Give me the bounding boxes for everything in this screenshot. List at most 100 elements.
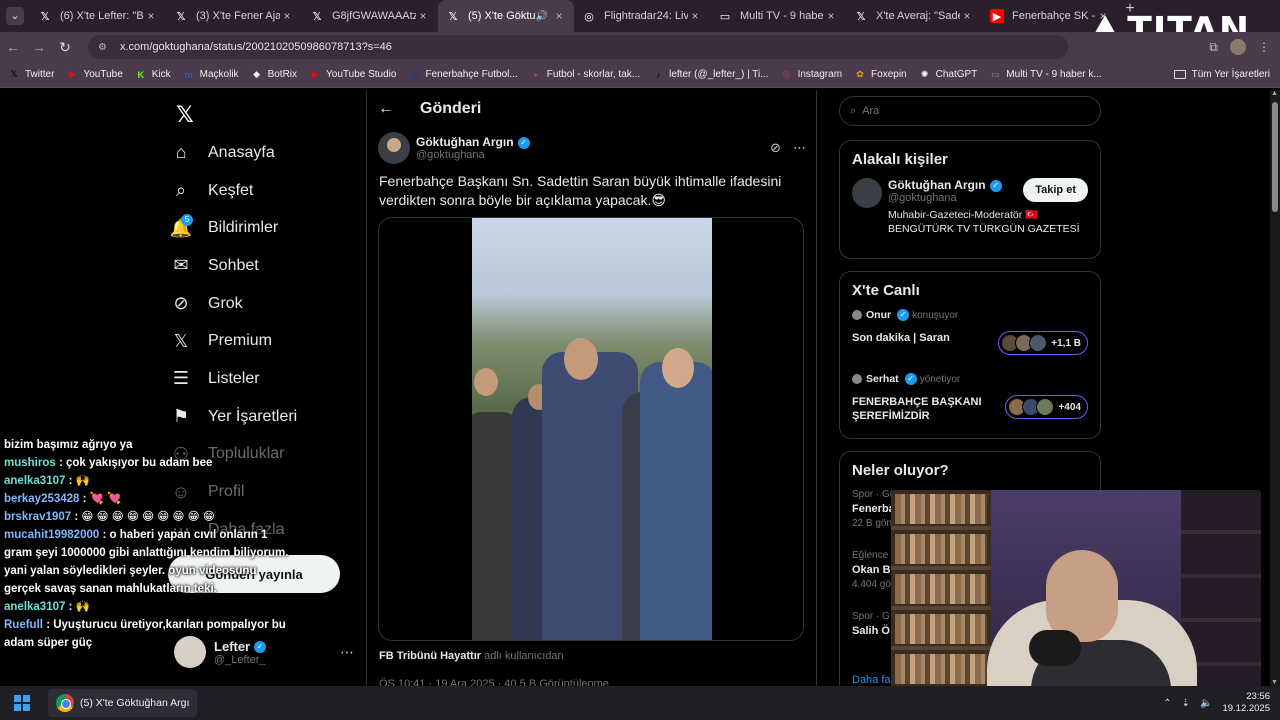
- chevron-up-icon[interactable]: ⌃: [1163, 698, 1171, 709]
- nav-item-bell[interactable]: 🔔 5 Bildirimler: [168, 209, 297, 247]
- more-icon[interactable]: ⋯: [793, 140, 806, 156]
- address-toolbar: ← → ↻ ⚙ x.com/goktughana/status/20021020…: [0, 32, 1280, 62]
- all-bookmarks-button[interactable]: Tüm Yer İşaretleri: [1173, 69, 1270, 80]
- network-icon[interactable]: ⇣: [1182, 698, 1190, 709]
- author-handle[interactable]: @goktughana: [416, 149, 530, 161]
- forward-button[interactable]: →: [26, 39, 52, 55]
- browser-tab[interactable]: 𝕏 (3) X'te Fener Ajans×: [166, 0, 302, 32]
- nav-label: Sohbet: [208, 256, 259, 274]
- close-icon[interactable]: ×: [960, 9, 974, 23]
- back-arrow-icon[interactable]: ←: [378, 100, 394, 118]
- video-frame[interactable]: [472, 218, 712, 640]
- profile-avatar[interactable]: [1230, 39, 1246, 55]
- bookmark-item[interactable]: ▶ YouTube: [66, 69, 123, 81]
- credit-source[interactable]: FB Tribünü Hayattır: [379, 650, 481, 662]
- post-author: Göktuğhan Argın ✓ @goktughana ⊘ ⋯: [378, 130, 806, 166]
- close-icon[interactable]: ×: [416, 9, 430, 23]
- more-icon[interactable]: ⋯: [340, 644, 354, 661]
- bookmark-label: Instagram: [797, 69, 843, 80]
- author-name[interactable]: Göktuğhan Argın: [416, 135, 514, 149]
- listener-count: +1,1 B: [1051, 337, 1081, 349]
- browser-tab[interactable]: 𝕏 (5) X'te Göktuğh🔊 ×: [438, 0, 574, 32]
- tab-label: X'te Averaj: "Sadetti: [876, 10, 960, 22]
- clock[interactable]: 23:56 19.12.2025: [1222, 691, 1270, 715]
- bookmark-item[interactable]: ✿ Foxepin: [854, 69, 906, 81]
- windows-start-icon[interactable]: [14, 695, 30, 711]
- avatar[interactable]: [378, 132, 410, 164]
- nav-item-home[interactable]: ⌂ Anasayfa: [168, 134, 297, 172]
- browser-menu-icon[interactable]: ⋮: [1258, 40, 1270, 54]
- grok-icon[interactable]: ⊘: [770, 140, 781, 156]
- search-input[interactable]: ⌕ Ara: [839, 96, 1101, 126]
- listener-count: +404: [1058, 401, 1081, 413]
- extensions-icon[interactable]: ⧉: [1209, 40, 1218, 55]
- bookmark-item[interactable]: ▶ YouTube Studio: [309, 69, 397, 81]
- bookmark-label: Fenerbahçe Futbol...: [425, 69, 518, 80]
- bookmark-item[interactable]: ◆ BotRix: [251, 69, 297, 81]
- related-name[interactable]: Göktuğhan Argın: [888, 178, 986, 192]
- address-bar[interactable]: ⚙ x.com/goktughana/status/20021020509860…: [88, 35, 1068, 59]
- listeners-pill[interactable]: +404: [1005, 395, 1088, 419]
- nav-item-bookmark[interactable]: ⚑ Yer İşaretleri: [168, 398, 297, 436]
- nav-item-mail[interactable]: ✉ Sohbet: [168, 247, 297, 285]
- scroll-up-icon[interactable]: ▲: [1271, 90, 1278, 97]
- volume-icon[interactable]: 🔈: [1200, 698, 1212, 709]
- bookmark-item[interactable]: ◎ Instagram: [781, 69, 842, 81]
- post-video[interactable]: [378, 217, 804, 641]
- speaker-icon[interactable]: 🔊: [536, 11, 548, 22]
- nav-item-list[interactable]: ☰ Listeler: [168, 360, 297, 398]
- tab-search-button[interactable]: ⌄: [0, 0, 30, 32]
- chat-message: anelka3107 : 🙌: [0, 598, 290, 616]
- kick-icon: K: [137, 69, 145, 80]
- bookmark-item[interactable]: ✺ ChatGPT: [919, 69, 977, 81]
- bookmark-label: Multi TV - 9 haber k...: [1006, 69, 1102, 80]
- close-icon[interactable]: ×: [144, 9, 158, 23]
- avatar[interactable]: [852, 178, 882, 208]
- nav-item-search[interactable]: ⌕ Keşfet: [168, 172, 297, 210]
- live-space[interactable]: Serhat ✓ yönetiyor FENERBAHÇE BAŞKANI ŞEREF…: [840, 373, 1100, 437]
- bookmark-label: Maçkolik: [199, 69, 239, 80]
- taskbar: (5) X'te Göktuğhan Argı ⌃ ⇣ 🔈 23:56 19.1…: [0, 686, 1280, 720]
- live-space[interactable]: Onur ✓ konuşuyor Son dakika | Saran +1,1 B: [840, 309, 1100, 373]
- post-header: ← Gönderi: [378, 100, 481, 118]
- bookmark-label: Twitter: [25, 69, 55, 80]
- browser-tab[interactable]: 𝕏 G8jfGWAWAAAtzVC×: [302, 0, 438, 32]
- browser-tab[interactable]: 𝕏 (6) X'te Lefter: "Bir şey×: [30, 0, 166, 32]
- bookmark-item[interactable]: ♪ lefter (@_lefter_) | Ti...: [652, 69, 769, 81]
- x-logo-icon[interactable]: 𝕏: [176, 102, 194, 128]
- reload-button[interactable]: ↻: [52, 39, 78, 56]
- follow-button[interactable]: Takip et: [1023, 178, 1088, 202]
- search-icon: ⌕: [850, 104, 857, 117]
- scrollbar-thumb[interactable]: [1272, 102, 1278, 212]
- browser-tab[interactable]: ◎ Flightradar24: Live F×: [574, 0, 710, 32]
- bookmark-item[interactable]: ▪ Futbol - skorlar, tak...: [530, 69, 640, 81]
- live-list: Onur ✓ konuşuyor Son dakika | Saran +1,1 B Se…: [840, 309, 1100, 437]
- site-info-icon[interactable]: ⚙: [98, 42, 112, 53]
- search-icon: ⌕: [175, 180, 187, 201]
- nav-item-grok[interactable]: ⊘ Grok: [168, 285, 297, 323]
- close-icon[interactable]: ×: [280, 9, 294, 23]
- close-icon[interactable]: ×: [824, 9, 838, 23]
- bookmark-item[interactable]: 𝕏 Twitter: [8, 69, 54, 81]
- column-divider: [816, 90, 817, 686]
- browser-tab[interactable]: 𝕏 X'te Averaj: "Sadetti×: [846, 0, 982, 32]
- chat-username: berkay253428: [4, 493, 80, 505]
- bookmark-item[interactable]: ▭ Multi TV - 9 haber k...: [989, 69, 1102, 81]
- live-card: X'te Canlı Onur ✓ konuşuyor Son dakika | Sa…: [839, 271, 1101, 439]
- page-scrollbar[interactable]: ▲ ▼: [1270, 90, 1280, 686]
- back-button[interactable]: ←: [0, 39, 26, 55]
- nav-item-x-premium[interactable]: 𝕏 Premium: [168, 322, 297, 360]
- close-icon[interactable]: ×: [688, 9, 702, 23]
- taskbar-chrome-app[interactable]: (5) X'te Göktuğhan Argı: [48, 689, 198, 717]
- nav-label: Bildirimler: [208, 219, 279, 237]
- close-icon[interactable]: ×: [552, 9, 566, 23]
- video-person-head: [662, 348, 694, 388]
- scroll-down-icon[interactable]: ▼: [1271, 679, 1278, 686]
- bookmark-item[interactable]: K Kick: [135, 69, 171, 81]
- tab-label: (3) X'te Fener Ajans: [196, 10, 280, 22]
- bookmark-item[interactable]: m Maçkolik: [183, 69, 239, 81]
- related-person[interactable]: Göktuğhan Argın ✓ @goktughana Takip et Mu…: [840, 178, 1100, 236]
- listeners-pill[interactable]: +1,1 B: [998, 331, 1088, 355]
- browser-tab[interactable]: ▭ Multi TV - 9 haber k×: [710, 0, 846, 32]
- bookmark-item[interactable]: m Fenerbahçe Futbol...: [408, 69, 517, 81]
